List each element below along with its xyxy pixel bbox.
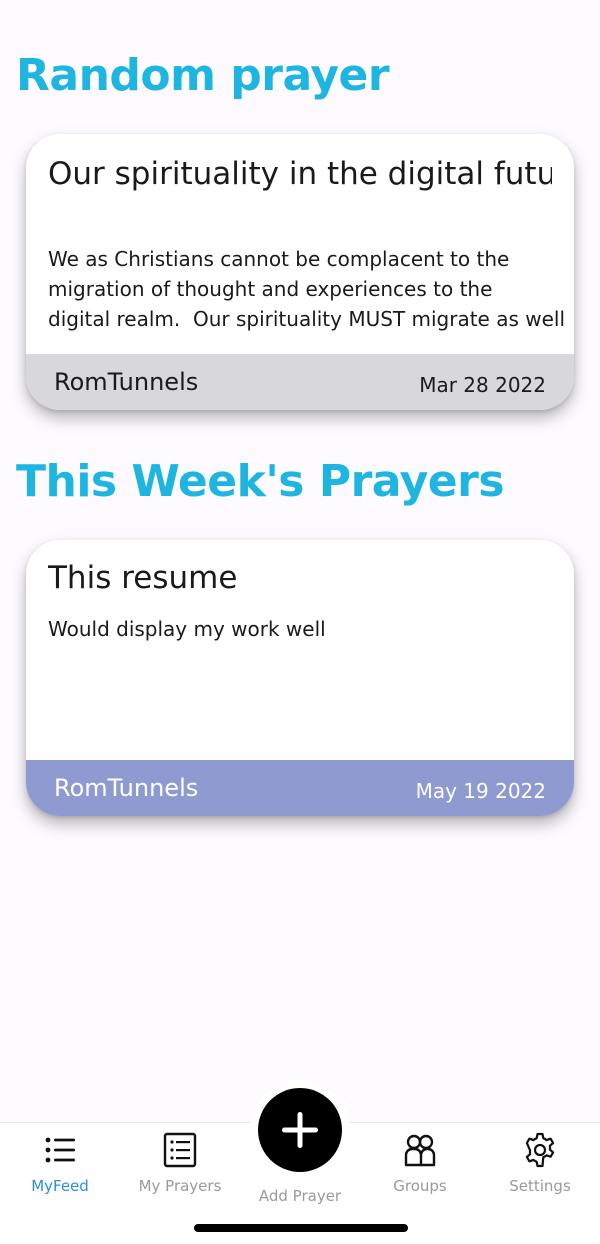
prayer-author: RomTunnels bbox=[54, 368, 199, 396]
prayer-card-footer: RomTunnels May 19 2022 bbox=[26, 760, 574, 816]
prayer-date: May 19 2022 bbox=[415, 779, 546, 803]
prayer-card-footer: RomTunnels Mar 28 2022 bbox=[26, 354, 574, 410]
prayer-date: Mar 28 2022 bbox=[419, 373, 546, 397]
add-prayer-button[interactable] bbox=[258, 1088, 342, 1172]
random-prayer-card[interactable]: Our spirituality in the digital future W… bbox=[26, 134, 574, 410]
tab-label: Settings bbox=[509, 1177, 571, 1195]
group-icon bbox=[404, 1134, 436, 1167]
gear-icon bbox=[525, 1132, 555, 1168]
tab-settings[interactable]: Settings bbox=[480, 1131, 600, 1195]
tab-groups[interactable]: Groups bbox=[360, 1131, 480, 1195]
tab-label: MyFeed bbox=[31, 1177, 89, 1195]
tab-label: Add Prayer bbox=[258, 1187, 342, 1205]
plus-icon bbox=[282, 1112, 318, 1148]
document-list-icon bbox=[163, 1132, 197, 1168]
tab-label: Groups bbox=[393, 1177, 447, 1195]
prayer-author: RomTunnels bbox=[54, 774, 199, 802]
this-weeks-prayers-heading: This Week's Prayers bbox=[16, 456, 505, 507]
weekly-prayer-card[interactable]: This resume Would display my work well R… bbox=[26, 540, 574, 816]
random-prayer-heading: Random prayer bbox=[16, 50, 390, 101]
tab-label: My Prayers bbox=[138, 1177, 222, 1195]
home-indicator bbox=[194, 1224, 408, 1232]
prayer-title: Our spirituality in the digital future bbox=[48, 156, 552, 192]
prayer-title: This resume bbox=[48, 560, 238, 596]
list-icon bbox=[45, 1137, 75, 1163]
prayer-body: Would display my work well bbox=[48, 617, 326, 641]
tab-myfeed[interactable]: MyFeed bbox=[0, 1131, 120, 1195]
prayer-body: We as Christians cannot be complacent to… bbox=[48, 247, 564, 331]
tab-my-prayers[interactable]: My Prayers bbox=[120, 1131, 240, 1195]
